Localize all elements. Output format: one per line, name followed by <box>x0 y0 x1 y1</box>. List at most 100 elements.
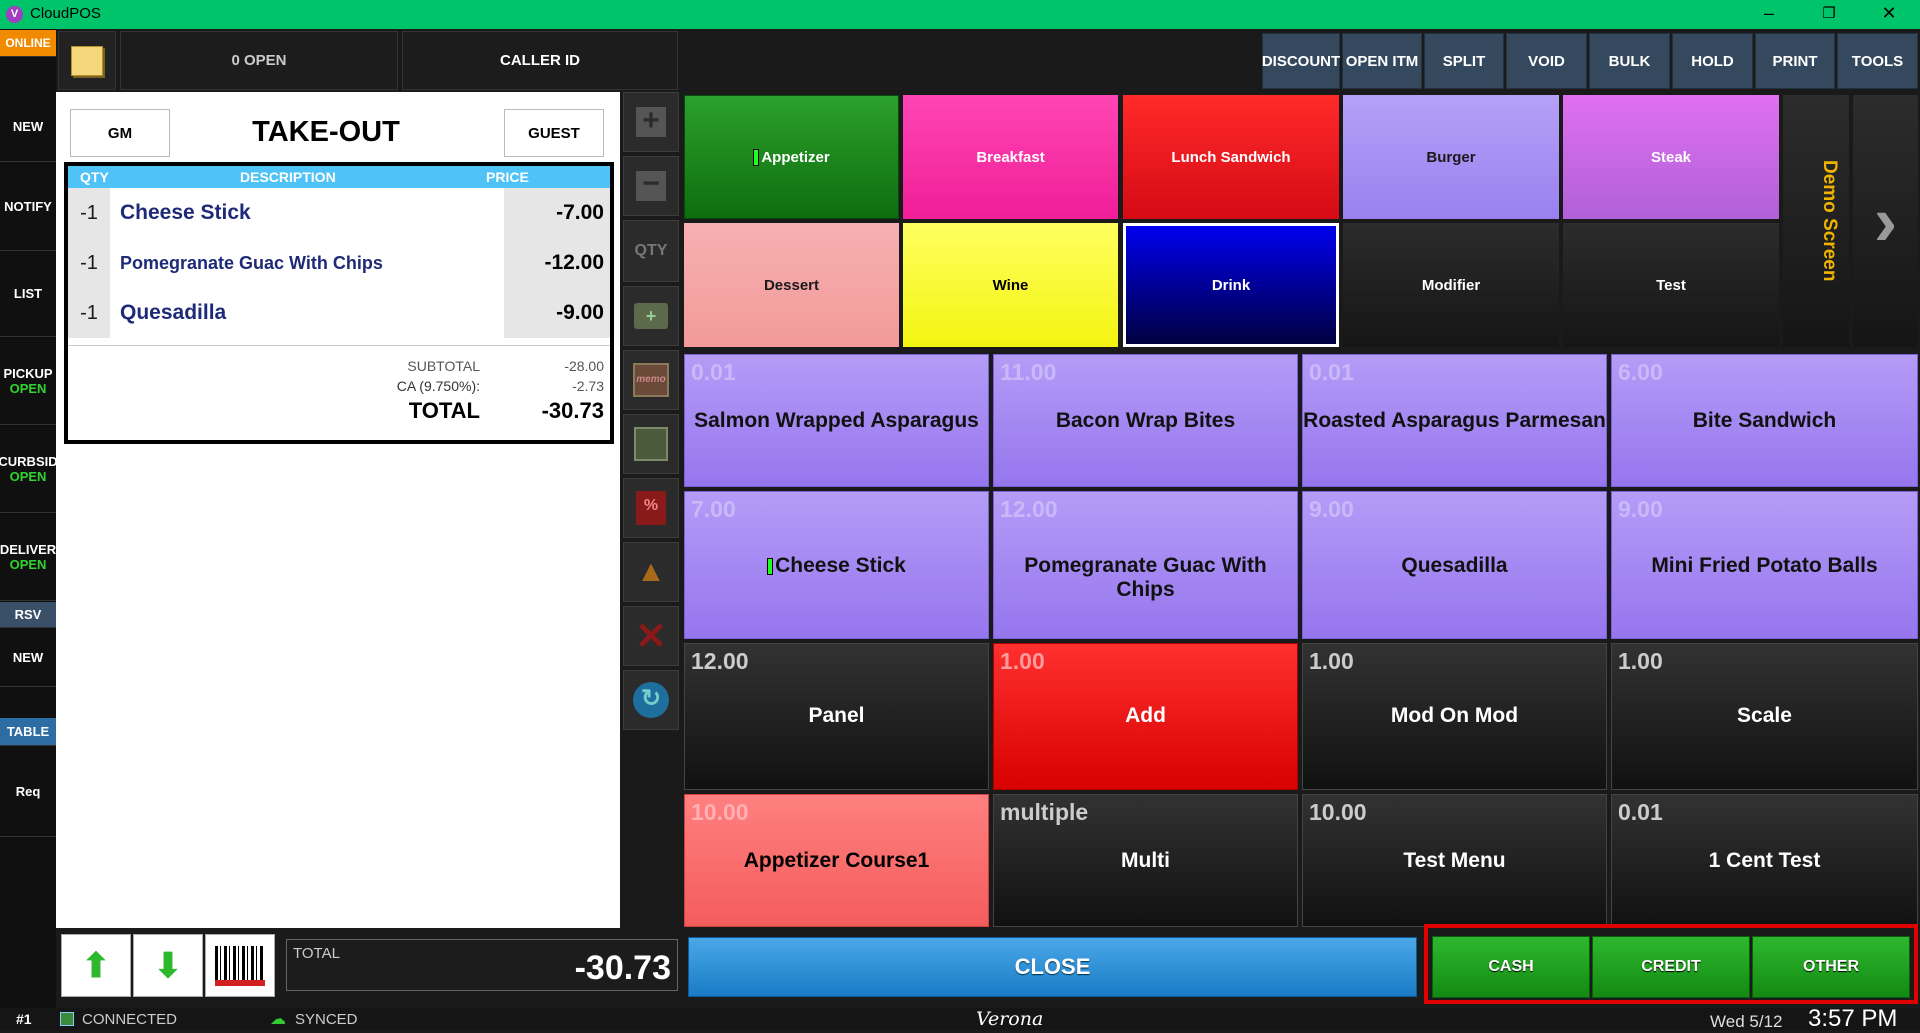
barcode-scan-button[interactable] <box>205 934 275 997</box>
order-type-title[interactable]: TAKE-OUT <box>206 116 446 149</box>
qty-button[interactable]: QTY <box>623 220 679 282</box>
menu-item[interactable]: 1.00 Add <box>993 643 1298 790</box>
credit-button[interactable]: CREDIT <box>1592 936 1750 998</box>
category-burger[interactable]: Burger <box>1343 95 1559 219</box>
menu-item[interactable]: 12.00 Pomegranate Guac With Chips <box>993 491 1298 639</box>
menu-item[interactable]: multiple Multi <box>993 794 1298 927</box>
edit-note-icon <box>634 427 668 461</box>
refresh-button[interactable]: ↻ <box>623 670 679 730</box>
open-item-button[interactable]: OPEN ITM <box>1342 33 1422 89</box>
minus-button[interactable]: − <box>623 156 679 216</box>
category-breakfast[interactable]: Breakfast <box>903 95 1118 219</box>
price-column-header: PRICE <box>486 166 529 188</box>
scroll-up-button[interactable]: ⬆ <box>61 934 131 997</box>
menu-item[interactable]: 6.00 Bite Sandwich <box>1611 354 1918 487</box>
category-lunch-sandwich[interactable]: Lunch Sandwich <box>1123 95 1339 219</box>
order-line[interactable]: -1 Quesadilla -9.00 <box>68 288 610 338</box>
restore-icon[interactable]: ❐ <box>1806 0 1852 29</box>
sidebar-rsv-new-button[interactable]: NEW <box>0 629 56 687</box>
menu-item[interactable]: 10.00 Test Menu <box>1302 794 1607 927</box>
modifier-button[interactable] <box>623 414 679 474</box>
item-name: Scale <box>1737 704 1792 727</box>
menu-item[interactable]: 12.00 Panel <box>684 643 989 790</box>
other-payment-button[interactable]: OTHER <box>1752 936 1910 998</box>
minimize-icon[interactable]: – <box>1746 0 1792 29</box>
category-modifier[interactable]: Modifier <box>1343 223 1559 347</box>
cash-button[interactable]: CASH <box>1432 936 1590 998</box>
split-button[interactable]: SPLIT <box>1424 33 1504 89</box>
sidebar-item-status: OPEN <box>9 380 47 396</box>
print-button[interactable]: PRINT <box>1755 33 1835 89</box>
category-wine[interactable]: Wine <box>903 223 1118 347</box>
category-label: Drink <box>1211 276 1251 294</box>
menu-item[interactable]: 9.00 Mini Fried Potato Balls <box>1611 491 1918 639</box>
order-line[interactable]: -1 Pomegranate Guac With Chips -12.00 <box>68 238 610 288</box>
fire-button[interactable]: ▲ <box>623 542 679 602</box>
category-dessert[interactable]: Dessert <box>684 223 899 347</box>
hold-button[interactable]: HOLD <box>1672 33 1753 89</box>
category-label: Test <box>1656 276 1686 294</box>
close-order-button[interactable]: CLOSE <box>688 937 1417 997</box>
add-seat-button[interactable]: + <box>623 286 679 346</box>
category-test[interactable]: Test <box>1563 223 1779 347</box>
left-sidebar: ONLINE NEW NOTIFY LIST PICKUP OPEN CURBSI… <box>0 29 58 1010</box>
percent-off-button[interactable]: % <box>623 478 679 538</box>
menu-item[interactable]: 0.01 1 Cent Test <box>1611 794 1918 927</box>
category-appetizer[interactable]: Appetizer <box>684 95 899 219</box>
sidebar-notify-button[interactable]: NOTIFY <box>0 162 56 251</box>
line-description: Pomegranate Guac With Chips <box>120 253 383 273</box>
void-button[interactable]: VOID <box>1506 33 1587 89</box>
notes-button[interactable] <box>58 31 116 90</box>
discount-button[interactable]: DISCOUNT <box>1262 33 1340 89</box>
item-price: 10.00 <box>1309 799 1367 825</box>
item-name: Cheese Stick <box>685 554 988 578</box>
screen-selector[interactable]: Demo Screen <box>1783 95 1849 347</box>
item-price: 7.00 <box>691 496 736 522</box>
item-price: 6.00 <box>1618 359 1663 385</box>
arrow-up-icon: ⬆ <box>81 946 111 985</box>
category-steak[interactable]: Steak <box>1563 95 1779 219</box>
item-price: 0.01 <box>1309 359 1354 385</box>
scroll-down-button[interactable]: ⬇ <box>133 934 203 997</box>
sidebar-item-status: OPEN <box>9 468 47 484</box>
menu-item[interactable]: 1.00 Scale <box>1611 643 1918 790</box>
menu-item[interactable]: 11.00 Bacon Wrap Bites <box>993 354 1298 487</box>
menu-item[interactable]: 0.01 Roasted Asparagus Parmesan <box>1302 354 1607 487</box>
sticky-note-icon <box>71 45 103 76</box>
sidebar-delivery-button[interactable]: DELIVER OPEN <box>0 513 56 601</box>
menu-item[interactable]: 7.00 Cheese Stick <box>684 491 989 639</box>
menu-item[interactable]: 9.00 Quesadilla <box>1302 491 1607 639</box>
tools-button[interactable]: TOOLS <box>1837 33 1918 89</box>
delete-item-button[interactable]: ✕ <box>623 606 679 666</box>
plus-button[interactable]: + <box>623 92 679 152</box>
sidebar-item-status: OPEN <box>9 556 47 572</box>
sidebar-pickup-button[interactable]: PICKUP OPEN <box>0 337 56 425</box>
briefcase-plus-icon: + <box>634 303 668 329</box>
menu-item[interactable]: 1.00 Mod On Mod <box>1302 643 1607 790</box>
app-logo-icon: V <box>6 6 23 23</box>
item-price: 1.00 <box>1309 648 1354 674</box>
menu-item[interactable]: 0.01 Salmon Wrapped Asparagus <box>684 354 989 487</box>
bulk-button[interactable]: BULK <box>1589 33 1670 89</box>
sidebar-req-button[interactable]: Req <box>0 747 56 837</box>
open-orders-button[interactable]: 0 OPEN <box>120 31 398 90</box>
item-price: 9.00 <box>1618 496 1663 522</box>
sidebar-item-label: Req <box>15 784 41 799</box>
menu-item[interactable]: 10.00 Appetizer Course1 <box>684 794 989 927</box>
guest-button[interactable]: GUEST <box>504 109 604 157</box>
sidebar-table-header: TABLE <box>0 718 56 746</box>
category-label: Steak <box>1650 148 1692 166</box>
category-label: Appetizer <box>761 148 830 166</box>
category-drink[interactable]: Drink <box>1123 223 1339 347</box>
sidebar-new-button[interactable]: NEW <box>0 92 56 162</box>
tax-value: -2.73 <box>572 378 604 394</box>
sidebar-list-button[interactable]: LIST <box>0 251 56 337</box>
memo-button[interactable]: memo <box>623 350 679 410</box>
next-screen-button[interactable]: › <box>1853 95 1918 347</box>
caller-id-button[interactable]: CALLER ID <box>402 31 678 90</box>
item-price: 10.00 <box>691 799 749 825</box>
close-window-icon[interactable]: ✕ <box>1866 0 1912 29</box>
order-line[interactable]: -1 Cheese Stick -7.00 <box>68 188 610 238</box>
gm-button[interactable]: GM <box>70 109 170 157</box>
sidebar-curbside-button[interactable]: CURBSID OPEN <box>0 425 58 513</box>
